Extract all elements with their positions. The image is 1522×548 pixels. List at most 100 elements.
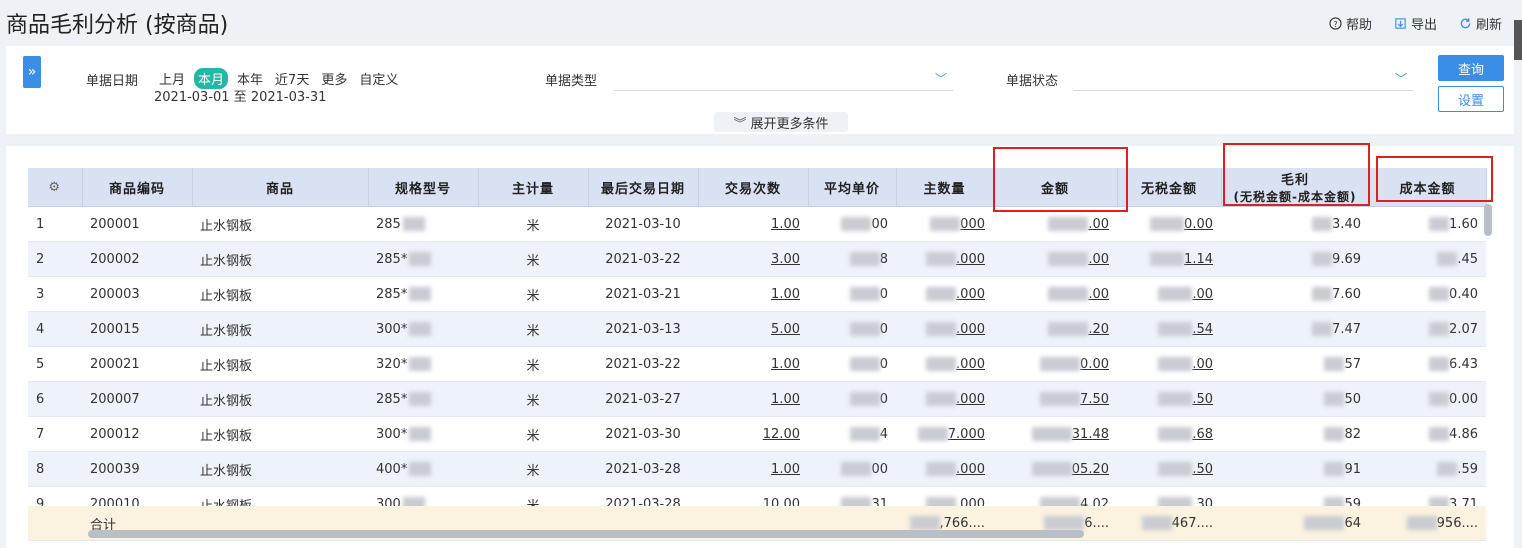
gear-icon: ⚙: [48, 179, 62, 195]
cell-qty[interactable]: .000: [896, 451, 993, 487]
header-last-date[interactable]: 最后交易日期: [588, 168, 699, 207]
cell-date: 2021-03-21: [588, 276, 698, 312]
export-icon: [1395, 18, 1406, 29]
cell-no: 1: [28, 206, 82, 242]
header-unit[interactable]: 主计量: [478, 168, 589, 207]
refresh-button[interactable]: 刷新: [1459, 14, 1502, 33]
table-row[interactable]: 4 200015 止水钢板 300* 米 2021-03-13 5.00 0.000.20.5…: [28, 311, 1486, 347]
quick-custom[interactable]: 自定义: [356, 68, 401, 89]
cell-notax[interactable]: 0.00: [1117, 206, 1221, 242]
cell-count[interactable]: 1.00: [698, 206, 808, 242]
side-handle[interactable]: [1514, 20, 1522, 60]
cell-amount[interactable]: 7.50: [993, 381, 1117, 417]
cell-date: 2021-03-30: [588, 416, 698, 452]
table-row[interactable]: 6 200007 止水钢板 285* 米 2021-03-27 1.00 0.000 7.50.…: [28, 381, 1486, 417]
header-notax[interactable]: 无税金额: [1117, 168, 1222, 207]
header-code[interactable]: 商品编码: [82, 168, 193, 207]
header-avg-price[interactable]: 平均单价: [808, 168, 897, 207]
refresh-label: 刷新: [1475, 18, 1502, 33]
doc-type-select[interactable]: ﹀: [613, 66, 953, 91]
cell-price: 0: [808, 311, 896, 347]
horizontal-scrollbar[interactable]: [88, 530, 1084, 538]
cell-name: 止水钢板: [192, 311, 368, 347]
doc-status-select[interactable]: ﹀: [1073, 66, 1413, 91]
cell-count[interactable]: 1.00: [698, 451, 808, 487]
cell-amount[interactable]: 0.00: [993, 346, 1117, 382]
cell-notax[interactable]: 1.14: [1117, 241, 1221, 277]
cell-price: 0: [808, 276, 896, 312]
cell-code: 200012: [82, 416, 192, 452]
cell-count[interactable]: 5.00: [698, 311, 808, 347]
cell-count[interactable]: 1.00: [698, 346, 808, 382]
query-button[interactable]: 查询: [1438, 55, 1504, 81]
cell-no: 2: [28, 241, 82, 277]
table-row[interactable]: 3 200003 止水钢板 285* 米 2021-03-21 1.00 0.000.00.0…: [28, 276, 1486, 312]
cell-date: 2021-03-22: [588, 241, 698, 277]
cell-qty[interactable]: .000: [896, 276, 993, 312]
cell-date: 2021-03-28: [588, 451, 698, 487]
cell-unit: 米: [478, 241, 588, 277]
cell-qty[interactable]: .000: [896, 346, 993, 382]
cell-spec: 320*: [368, 346, 478, 382]
cell-amount[interactable]: 05.20: [993, 451, 1117, 487]
cell-unit: 米: [478, 381, 588, 417]
cell-cost: 6.43: [1369, 346, 1486, 382]
cell-amount[interactable]: .00: [993, 276, 1117, 312]
doc-status-label: 单据状态: [1006, 74, 1059, 89]
cell-amount[interactable]: .20: [993, 311, 1117, 347]
header-count[interactable]: 交易次数: [698, 168, 809, 207]
settings-button[interactable]: 设置: [1438, 86, 1504, 112]
cell-name: 止水钢板: [192, 451, 368, 487]
cell-count[interactable]: 3.00: [698, 241, 808, 277]
cell-name: 止水钢板: [192, 206, 368, 242]
expand-sidebar-button[interactable]: »: [23, 56, 41, 88]
cell-qty[interactable]: .000: [896, 381, 993, 417]
double-chevron-right-icon: »: [27, 64, 37, 80]
cell-notax[interactable]: .50: [1117, 451, 1221, 487]
cell-unit: 米: [478, 206, 588, 242]
vertical-scrollbar[interactable]: [1484, 204, 1492, 236]
cell-name: 止水钢板: [192, 381, 368, 417]
table-row[interactable]: 5 200021 止水钢板 320* 米 2021-03-22 1.00 0.000 0.00.…: [28, 346, 1486, 382]
table-row[interactable]: 2 200002 止水钢板 285* 米 2021-03-22 3.00 8.000.00 1.…: [28, 241, 1486, 277]
cell-code: 200021: [82, 346, 192, 382]
help-icon: ?: [1329, 17, 1342, 30]
chevron-down-icon: ﹀: [1394, 72, 1407, 86]
cell-notax[interactable]: .50: [1117, 381, 1221, 417]
cell-amount[interactable]: .00: [993, 241, 1117, 277]
cell-notax[interactable]: .54: [1117, 311, 1221, 347]
cell-qty[interactable]: .000: [896, 241, 993, 277]
cell-amount[interactable]: 31.48: [993, 416, 1117, 452]
cell-no: 8: [28, 451, 82, 487]
header-spec[interactable]: 规格型号: [368, 168, 479, 207]
cell-qty[interactable]: 000: [896, 206, 993, 242]
chevron-down-icon: ﹀: [934, 72, 947, 86]
more-conditions-toggle[interactable]: ︾ 展开更多条件: [714, 112, 848, 132]
cell-cost: 4.86: [1369, 416, 1486, 452]
cell-name: 止水钢板: [192, 346, 368, 382]
header-product[interactable]: 商品: [192, 168, 369, 207]
cell-spec: 300*: [368, 311, 478, 347]
column-settings-header[interactable]: ⚙: [28, 168, 83, 207]
table-row[interactable]: 1 200001 止水钢板 285 米 2021-03-10 1.00 00 000.00 0.0…: [28, 206, 1486, 242]
cell-notax[interactable]: .00: [1117, 346, 1221, 382]
table-row[interactable]: 7 200012 止水钢板 300* 米 2021-03-30 12.00 4 7.000 31.…: [28, 416, 1486, 452]
cell-code: 200015: [82, 311, 192, 347]
data-grid: ⚙ 商品编码 商品 规格型号 主计量 最后交易日期 交易次数 平均单价 主数量 …: [6, 146, 1514, 548]
cell-count[interactable]: 12.00: [698, 416, 808, 452]
cell-notax[interactable]: .00: [1117, 276, 1221, 312]
refresh-icon: [1460, 18, 1471, 29]
total-cost: 956....: [1369, 506, 1486, 541]
help-button[interactable]: ? 帮助: [1329, 14, 1372, 33]
cell-notax[interactable]: .68: [1117, 416, 1221, 452]
cell-count[interactable]: 1.00: [698, 381, 808, 417]
cell-qty[interactable]: .000: [896, 311, 993, 347]
cell-count[interactable]: 1.00: [698, 276, 808, 312]
cell-unit: 米: [478, 416, 588, 452]
cell-name: 止水钢板: [192, 276, 368, 312]
cell-qty[interactable]: 7.000: [896, 416, 993, 452]
header-qty[interactable]: 主数量: [896, 168, 994, 207]
cell-profit: 7.60: [1221, 276, 1369, 312]
table-row[interactable]: 8 200039 止水钢板 400* 米 2021-03-28 1.00 00.000 05.2…: [28, 451, 1486, 487]
export-button[interactable]: 导出: [1394, 14, 1437, 33]
